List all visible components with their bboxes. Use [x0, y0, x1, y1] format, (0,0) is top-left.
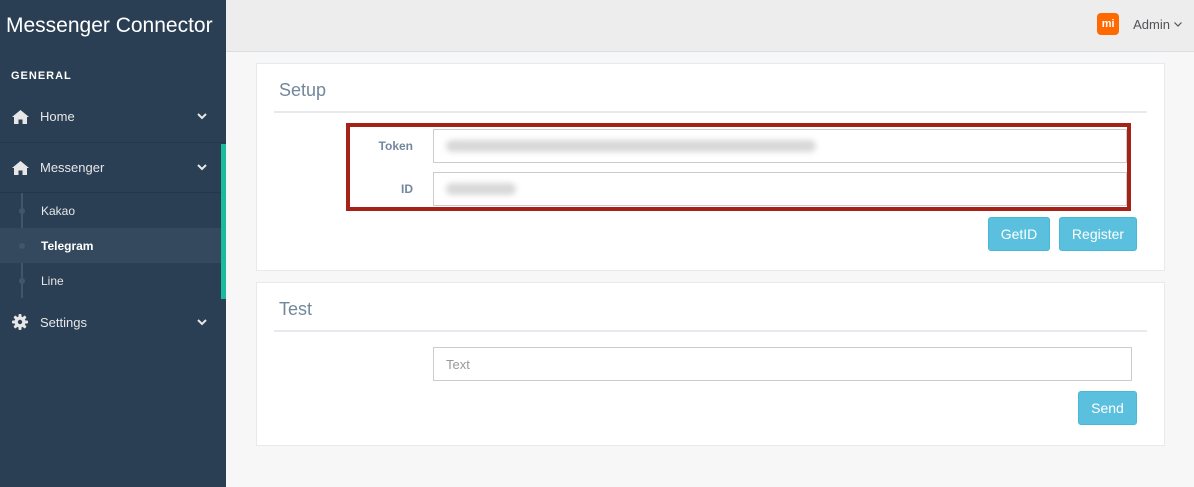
highlight-box [346, 123, 1131, 211]
test-panel: Test Text Send [256, 282, 1165, 446]
active-indicator [221, 144, 226, 299]
home-icon [11, 160, 29, 176]
top-navbar: mi Admin [226, 0, 1194, 52]
send-button[interactable]: Send [1078, 391, 1137, 425]
bullet-icon [19, 207, 25, 214]
chevron-down-icon [1174, 19, 1182, 29]
user-name: Admin [1133, 16, 1170, 32]
gear-icon [11, 314, 29, 330]
sidebar-item-messenger[interactable]: Messenger [0, 142, 226, 193]
setup-panel: Setup Token ID GetID Register [256, 63, 1165, 271]
chevron-down-icon [196, 316, 208, 328]
panel-title: Setup [279, 80, 327, 100]
divider [274, 330, 1147, 332]
panel-title: Test [279, 299, 313, 319]
divider [274, 111, 1147, 113]
subitem-label: Telegram [41, 238, 94, 253]
register-button[interactable]: Register [1059, 217, 1137, 251]
sidebar-subitem-line[interactable]: Line [0, 263, 226, 298]
chevron-down-icon [196, 111, 208, 123]
sidebar: Messenger Connector GENERAL Home Messeng… [0, 0, 226, 487]
subitem-label: Kakao [41, 203, 76, 218]
home-icon [11, 109, 29, 125]
bullet-icon [19, 242, 25, 249]
brand-logo-icon: mi [1097, 13, 1120, 35]
chevron-down-icon [196, 162, 208, 174]
sidebar-item-label: Messenger [40, 160, 105, 175]
user-menu[interactable]: mi Admin [1097, 13, 1182, 35]
sidebar-subitem-kakao[interactable]: Kakao [0, 193, 226, 228]
text-input[interactable]: Text [433, 347, 1132, 381]
app-title: Messenger Connector [6, 14, 213, 37]
sidebar-item-home[interactable]: Home [0, 91, 226, 142]
sidebar-item-settings[interactable]: Settings [0, 298, 226, 346]
sidebar-item-label: Home [40, 109, 75, 124]
subitem-label: Line [41, 273, 64, 288]
messenger-submenu: Kakao Telegram Line [0, 193, 226, 298]
sidebar-item-label: Settings [40, 314, 87, 330]
text-placeholder: Text [446, 356, 470, 372]
sidebar-subitem-telegram[interactable]: Telegram [0, 228, 226, 263]
sidebar-section-title: GENERAL [11, 70, 72, 82]
bullet-icon [19, 277, 25, 284]
getid-button[interactable]: GetID [988, 217, 1050, 251]
